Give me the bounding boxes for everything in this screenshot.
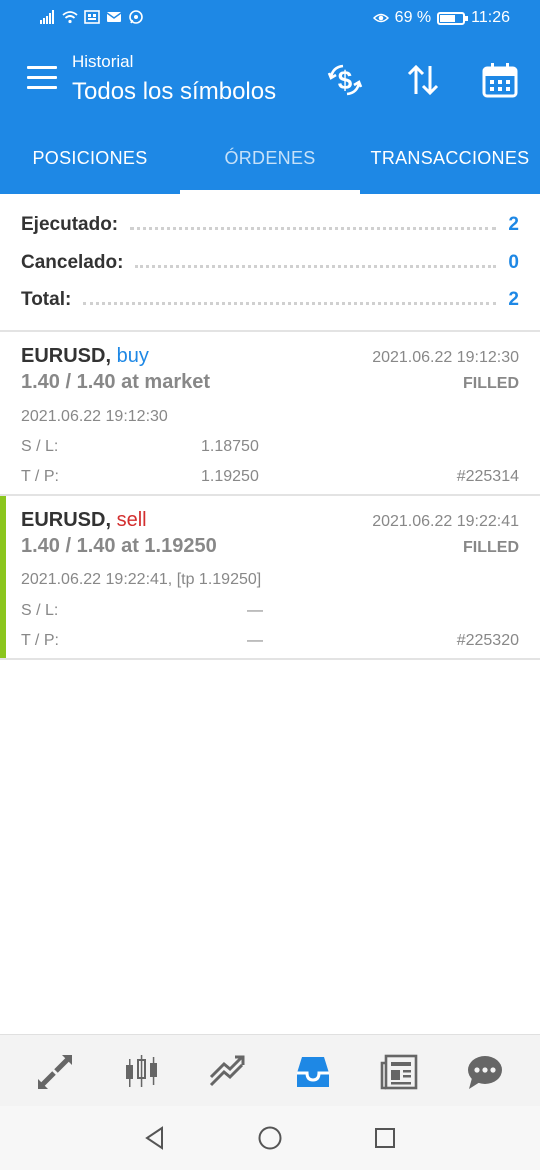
summary-panel: Ejecutado: 2 Cancelado: 0 Total: 2 bbox=[0, 194, 540, 332]
page-subtitle: Historial bbox=[72, 52, 134, 71]
executed-value: 2 bbox=[508, 214, 519, 235]
tab-positions[interactable]: POSICIONES bbox=[0, 121, 180, 194]
home-icon[interactable] bbox=[257, 1125, 283, 1151]
page-title: Todos los símbolos bbox=[72, 78, 277, 105]
total-label: Total: bbox=[21, 289, 72, 310]
sort-icon[interactable] bbox=[403, 60, 443, 100]
mail-icon bbox=[106, 12, 122, 22]
calendar-icon[interactable] bbox=[480, 60, 520, 100]
tp-value: — bbox=[247, 632, 263, 649]
system-nav bbox=[0, 1106, 540, 1170]
summary-total: Total: 2 bbox=[21, 285, 519, 315]
order-status: FILLED bbox=[463, 539, 519, 556]
order-symbol: EURUSD, sell bbox=[21, 509, 147, 532]
order-ticket: #225314 bbox=[456, 468, 519, 485]
order-item[interactable]: EURUSD, buy 2021.06.22 19:12:30 1.40 / 1… bbox=[0, 332, 540, 496]
order-symbol: EURUSD, buy bbox=[21, 345, 149, 368]
eye-icon bbox=[372, 13, 389, 23]
menu-icon[interactable] bbox=[27, 66, 57, 90]
summary-executed: Ejecutado: 2 bbox=[21, 210, 519, 240]
recents-icon[interactable] bbox=[372, 1125, 398, 1151]
tp-label: T / P: bbox=[21, 468, 59, 485]
order-time: 2021.06.22 19:22:41 bbox=[372, 513, 519, 530]
symbol-name: EURUSD, bbox=[21, 509, 112, 531]
news-icon[interactable] bbox=[379, 1052, 419, 1092]
sl-value: 1.18750 bbox=[201, 438, 259, 455]
tp-value: 1.19250 bbox=[201, 468, 259, 485]
order-item[interactable]: EURUSD, sell 2021.06.22 19:22:41 1.40 / … bbox=[0, 496, 540, 660]
symbol-name: EURUSD, bbox=[21, 345, 112, 367]
selection-marker bbox=[0, 496, 6, 658]
tab-orders[interactable]: ÓRDENES bbox=[180, 121, 360, 194]
order-status: FILLED bbox=[463, 375, 519, 392]
chat-icon[interactable] bbox=[465, 1052, 505, 1092]
status-left-icons bbox=[40, 10, 144, 24]
order-volume: 1.40 / 1.40 at market bbox=[21, 371, 211, 393]
tab-bar: POSICIONES ÓRDENES TRANSACCIONES bbox=[0, 121, 540, 194]
summary-cancelled: Cancelado: 0 bbox=[21, 248, 519, 278]
whatsapp-icon bbox=[129, 10, 143, 24]
chart-icon[interactable] bbox=[121, 1052, 161, 1092]
svg-text:$: $ bbox=[338, 65, 353, 95]
tp-label: T / P: bbox=[21, 632, 59, 649]
order-time: 2021.06.22 19:12:30 bbox=[372, 349, 519, 366]
order-ticket: #225320 bbox=[456, 632, 519, 649]
battery-percent: 69 % bbox=[394, 9, 432, 26]
dotted-leader bbox=[130, 226, 497, 230]
cancelled-value: 0 bbox=[508, 252, 519, 273]
battery-icon bbox=[437, 11, 469, 25]
order-volume: 1.40 / 1.40 at 1.19250 bbox=[21, 535, 217, 557]
total-value: 2 bbox=[508, 289, 519, 310]
history-icon[interactable] bbox=[293, 1052, 333, 1092]
app-notification-icon bbox=[84, 10, 100, 24]
cancelled-label: Cancelado: bbox=[21, 252, 124, 273]
back-icon[interactable] bbox=[142, 1125, 168, 1151]
sl-label: S / L: bbox=[21, 438, 59, 455]
status-right-icons: 69 % 11:26 bbox=[372, 9, 510, 27]
order-side: sell bbox=[116, 509, 147, 531]
quotes-icon[interactable] bbox=[35, 1052, 75, 1092]
title-block[interactable]: Historial Todos los símbolos bbox=[72, 52, 276, 106]
order-open-time: 2021.06.22 19:22:41, [tp 1.19250] bbox=[21, 571, 262, 588]
executed-label: Ejecutado: bbox=[21, 214, 119, 235]
tab-deals[interactable]: TRANSACCIONES bbox=[360, 121, 540, 194]
sl-label: S / L: bbox=[21, 602, 59, 619]
signal-icon bbox=[40, 10, 54, 24]
sl-value: — bbox=[247, 602, 263, 619]
bottom-nav bbox=[0, 1034, 540, 1106]
order-side: buy bbox=[116, 345, 149, 367]
order-open-time: 2021.06.22 19:12:30 bbox=[21, 408, 168, 425]
app-bar: Historial Todos los símbolos $ bbox=[0, 38, 540, 121]
dotted-leader bbox=[135, 264, 497, 268]
clock: 11:26 bbox=[471, 9, 510, 26]
dotted-leader bbox=[83, 301, 497, 305]
wifi-icon bbox=[62, 11, 78, 24]
trade-icon[interactable] bbox=[207, 1052, 247, 1092]
status-bar: 69 % 11:26 bbox=[0, 0, 540, 38]
currency-icon[interactable]: $ bbox=[325, 60, 365, 100]
